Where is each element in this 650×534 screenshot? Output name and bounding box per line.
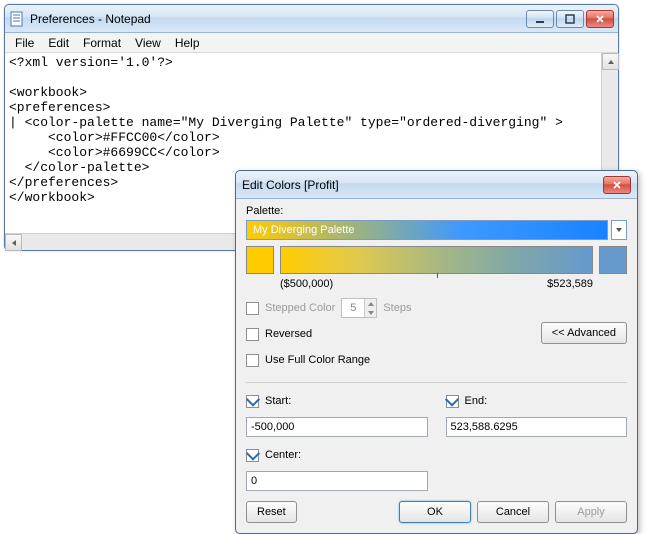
maximize-button[interactable] <box>556 10 584 28</box>
center-row: Center: <box>246 445 627 465</box>
start-row: Start: <box>246 391 428 411</box>
steps-spinner[interactable] <box>341 298 377 318</box>
palette-row: My Diverging Palette <box>246 220 627 240</box>
center-label: Center: <box>265 449 301 461</box>
center-empty-col <box>446 471 628 491</box>
menu-edit[interactable]: Edit <box>42 34 75 52</box>
divider <box>246 382 627 383</box>
swatch-right[interactable] <box>599 246 627 274</box>
dialog-titlebar[interactable]: Edit Colors [Profit] <box>236 171 637 199</box>
spin-buttons <box>364 299 376 317</box>
options-left: Stepped Color Steps Reversed <box>246 298 541 376</box>
start-checkbox[interactable] <box>246 395 259 408</box>
center-block: Center: <box>246 445 627 491</box>
notepad-menubar: File Edit Format View Help <box>5 33 618 53</box>
center-input-grid <box>246 471 627 491</box>
palette-selected-name: My Diverging Palette <box>253 224 355 236</box>
center-checkbox[interactable] <box>246 449 259 462</box>
end-label: End: <box>465 395 488 407</box>
notepad-title: Preferences - Notepad <box>30 12 526 26</box>
close-button[interactable] <box>586 10 614 28</box>
gradient-mid-tick <box>437 273 438 278</box>
range-min-label: ($500,000) <box>280 278 547 290</box>
scroll-up-button[interactable] <box>602 53 619 70</box>
edit-colors-dialog: Edit Colors [Profit] Palette: My Divergi… <box>235 170 638 534</box>
notepad-app-icon <box>9 11 25 27</box>
reversed-checkbox[interactable] <box>246 328 259 341</box>
end-row: End: <box>446 391 628 411</box>
palette-label: Palette: <box>246 205 627 217</box>
actions-spacer <box>303 501 393 523</box>
steps-label: Steps <box>383 302 411 314</box>
start-input[interactable] <box>246 417 428 437</box>
reset-button[interactable]: Reset <box>246 501 297 523</box>
stepped-checkbox[interactable] <box>246 302 259 315</box>
ok-button[interactable]: OK <box>399 501 471 523</box>
start-col: Start: <box>246 391 428 437</box>
start-label: Start: <box>265 395 291 407</box>
stepped-row: Stepped Color Steps <box>246 298 541 318</box>
options-row: Stepped Color Steps Reversed <box>246 298 627 376</box>
dialog-window-controls <box>603 176 631 194</box>
menu-help[interactable]: Help <box>169 34 206 52</box>
apply-button[interactable]: Apply <box>555 501 627 523</box>
menu-format[interactable]: Format <box>77 34 127 52</box>
reversed-label: Reversed <box>265 328 312 340</box>
center-input[interactable] <box>246 471 428 491</box>
menu-view[interactable]: View <box>129 34 167 52</box>
minimize-button[interactable] <box>526 10 554 28</box>
stepped-label: Stepped Color <box>265 302 335 314</box>
fullrange-row: Use Full Color Range <box>246 350 541 370</box>
end-input[interactable] <box>446 417 628 437</box>
window-controls <box>526 10 614 28</box>
scroll-left-button[interactable] <box>5 234 22 251</box>
center-input-col <box>246 471 428 491</box>
dialog-actions: Reset OK Cancel Apply <box>246 501 627 523</box>
range-labels: ($500,000) $523,589 <box>246 278 627 290</box>
dialog-body: Palette: My Diverging Palette ($500,000)… <box>236 199 637 533</box>
cancel-button[interactable]: Cancel <box>477 501 549 523</box>
menu-file[interactable]: File <box>9 34 40 52</box>
range-max-label: $523,589 <box>547 278 593 290</box>
end-checkbox[interactable] <box>446 395 459 408</box>
notepad-titlebar[interactable]: Preferences - Notepad <box>5 5 618 33</box>
fullrange-checkbox[interactable] <box>246 354 259 367</box>
palette-dropdown-button[interactable] <box>611 220 627 240</box>
advanced-button[interactable]: << Advanced <box>541 322 627 344</box>
steps-value <box>342 302 364 314</box>
dialog-title: Edit Colors [Profit] <box>242 178 603 192</box>
start-end-grid: Start: End: <box>246 391 627 437</box>
spin-down-icon[interactable] <box>364 308 376 317</box>
end-col: End: <box>446 391 628 437</box>
fullrange-label: Use Full Color Range <box>265 354 370 366</box>
dialog-close-button[interactable] <box>603 176 631 194</box>
swatch-left[interactable] <box>246 246 274 274</box>
gradient-preview[interactable] <box>280 246 593 274</box>
palette-select[interactable]: My Diverging Palette <box>246 220 608 240</box>
swatch-row <box>246 246 627 274</box>
spin-up-icon[interactable] <box>364 299 376 308</box>
reversed-row: Reversed <box>246 324 541 344</box>
